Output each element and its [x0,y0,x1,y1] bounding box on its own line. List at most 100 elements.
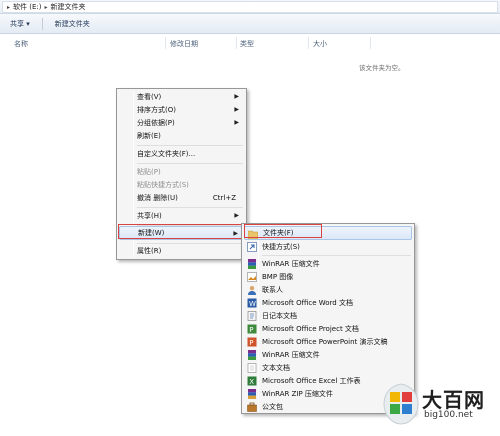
menu-item-label: 联系人 [262,286,283,294]
menu-item-new[interactable]: 新建(W) ▶ [119,226,244,240]
submenu-item-winrar[interactable]: WinRAR 压缩文件 [244,257,412,271]
submenu-item-project[interactable]: P Microsoft Office Project 文档 [244,322,412,336]
submenu-item-winrar-2[interactable]: WinRAR 压缩文件 [244,348,412,362]
menu-separator [137,145,243,146]
svg-text:X: X [249,378,254,386]
column-header-date[interactable]: 修改日期 [170,39,198,49]
context-menu: 查看(V) ▶ 排序方式(O) ▶ 分组依据(P) ▶ 刷新(E) 自定义文件夹… [116,88,247,260]
powerpoint-icon: P [247,337,257,347]
submenu-item-shortcut[interactable]: 快捷方式(S) [244,240,412,254]
empty-folder-message: 该文件夹为空。 [359,64,405,72]
breadcrumb-drive[interactable]: 软件 (E:) [13,2,41,12]
menu-item-label: 排序方式(O) [137,106,176,114]
menu-separator [262,255,411,256]
menu-item-label: 共享(H) [137,212,162,220]
menu-item-label: 自定义文件夹(F)... [137,150,196,158]
menu-item-label: 查看(V) [137,93,162,101]
winrar-zip-icon [247,389,257,399]
menu-separator [137,207,243,208]
toolbar: 共享 ▾ 新建文件夹 [0,14,500,34]
watermark-url: big100.net [424,410,473,420]
word-doc-icon: W [247,298,257,308]
breadcrumb-folder[interactable]: 新建文件夹 [51,2,86,12]
column-divider[interactable] [308,37,309,49]
column-header-size[interactable]: 大小 [313,39,327,49]
watermark-title: 大百网 [422,388,485,412]
menu-item-label: 分组依据(P) [137,119,175,127]
new-folder-button-label: 新建文件夹 [54,19,90,28]
menu-item-label: 快捷方式(S) [262,243,300,251]
menu-item-label: Microsoft Office Project 文档 [262,325,359,333]
menu-item-label: 文本文档 [262,364,290,372]
menu-item-label: 属性(R) [137,247,162,255]
menu-item-label: WinRAR 压缩文件 [262,260,320,268]
menu-item-properties[interactable]: 属性(R) [119,244,244,258]
menu-item-paste[interactable]: 粘贴(P) [119,165,244,179]
column-header-name[interactable]: 名称 [14,39,28,49]
menu-item-view[interactable]: 查看(V) ▶ [119,90,244,104]
menu-item-label: 文件夹(F) [263,229,294,237]
column-headers: 名称 修改日期 类型 大小 [0,35,500,49]
submenu-arrow-icon: ▶ [234,119,239,126]
menu-item-label: WinRAR 压缩文件 [262,351,320,359]
menu-item-label: 粘贴快捷方式(S) [137,181,189,189]
address-box[interactable]: ▸ 软件 (E:) ▸ 新建文件夹 [2,1,498,13]
text-doc-icon [247,363,257,373]
menu-item-label: WinRAR ZIP 压缩文件 [262,390,333,398]
briefcase-icon [247,402,257,412]
menu-item-label: Microsoft Office PowerPoint 演示文稿 [262,338,388,346]
chevron-right-icon[interactable]: ▸ [7,4,10,11]
column-divider[interactable] [370,37,371,49]
menu-item-label: BMP 图像 [262,273,294,281]
submenu-item-journal[interactable]: 日记本文档 [244,309,412,323]
column-divider[interactable] [236,37,237,49]
journal-icon [247,311,257,321]
submenu-item-word[interactable]: W Microsoft Office Word 文档 [244,296,412,310]
menu-separator [137,163,243,164]
svg-text:W: W [249,300,256,308]
column-header-type[interactable]: 类型 [240,39,254,49]
menu-item-label: 刷新(E) [137,132,161,140]
submenu-item-powerpoint[interactable]: P Microsoft Office PowerPoint 演示文稿 [244,335,412,349]
menu-item-paste-shortcut[interactable]: 粘贴快捷方式(S) [119,178,244,192]
column-divider[interactable] [165,37,166,49]
submenu-item-contact[interactable]: 联系人 [244,283,412,297]
shortcut-icon [247,242,257,252]
watermark-logo-icon [383,383,419,425]
menu-item-label: 日记本文档 [262,312,297,320]
folder-icon [248,229,258,239]
menu-item-label: Microsoft Office Excel 工作表 [262,377,361,385]
menu-item-label: 新建(W) [138,229,165,237]
project-doc-icon: P [247,324,257,334]
submenu-arrow-icon: ▶ [234,212,239,219]
menu-item-label: 粘贴(P) [137,168,161,176]
submenu-item-folder[interactable]: 文件夹(F) [244,226,412,240]
submenu-arrow-icon: ▶ [233,230,238,237]
submenu-item-text[interactable]: 文本文档 [244,361,412,375]
menu-item-label: 撤消 删除(U) [137,194,178,202]
menu-item-sort-by[interactable]: 排序方式(O) ▶ [119,103,244,117]
menu-item-label: Microsoft Office Word 文档 [262,299,353,307]
menu-item-label: 公文包 [262,403,283,411]
submenu-arrow-icon: ▶ [234,106,239,113]
toolbar-divider [41,17,43,30]
svg-text:P: P [249,339,253,347]
chevron-right-icon[interactable]: ▸ [44,4,47,11]
submenu-item-bmp[interactable]: BMP 图像 [244,270,412,284]
svg-text:P: P [249,326,253,334]
bmp-image-icon [247,272,257,282]
menu-item-shortcut: Ctrl+Z [212,194,236,202]
address-bar: ▸ 软件 (E:) ▸ 新建文件夹 [0,0,500,14]
contact-icon [247,285,257,295]
menu-item-undo-delete[interactable]: 撤消 删除(U) Ctrl+Z [119,191,244,205]
menu-item-share[interactable]: 共享(H) ▶ [119,209,244,223]
share-button-label: 共享 ▾ [10,19,30,28]
menu-item-customize-folder[interactable]: 自定义文件夹(F)... [119,147,244,161]
winrar-icon [247,259,257,269]
new-folder-button[interactable]: 新建文件夹 [55,19,90,29]
menu-item-refresh[interactable]: 刷新(E) [119,129,244,143]
submenu-arrow-icon: ▶ [234,93,239,100]
share-button[interactable]: 共享 ▾ [10,19,30,29]
excel-icon: X [247,376,257,386]
menu-item-group-by[interactable]: 分组依据(P) ▶ [119,116,244,130]
